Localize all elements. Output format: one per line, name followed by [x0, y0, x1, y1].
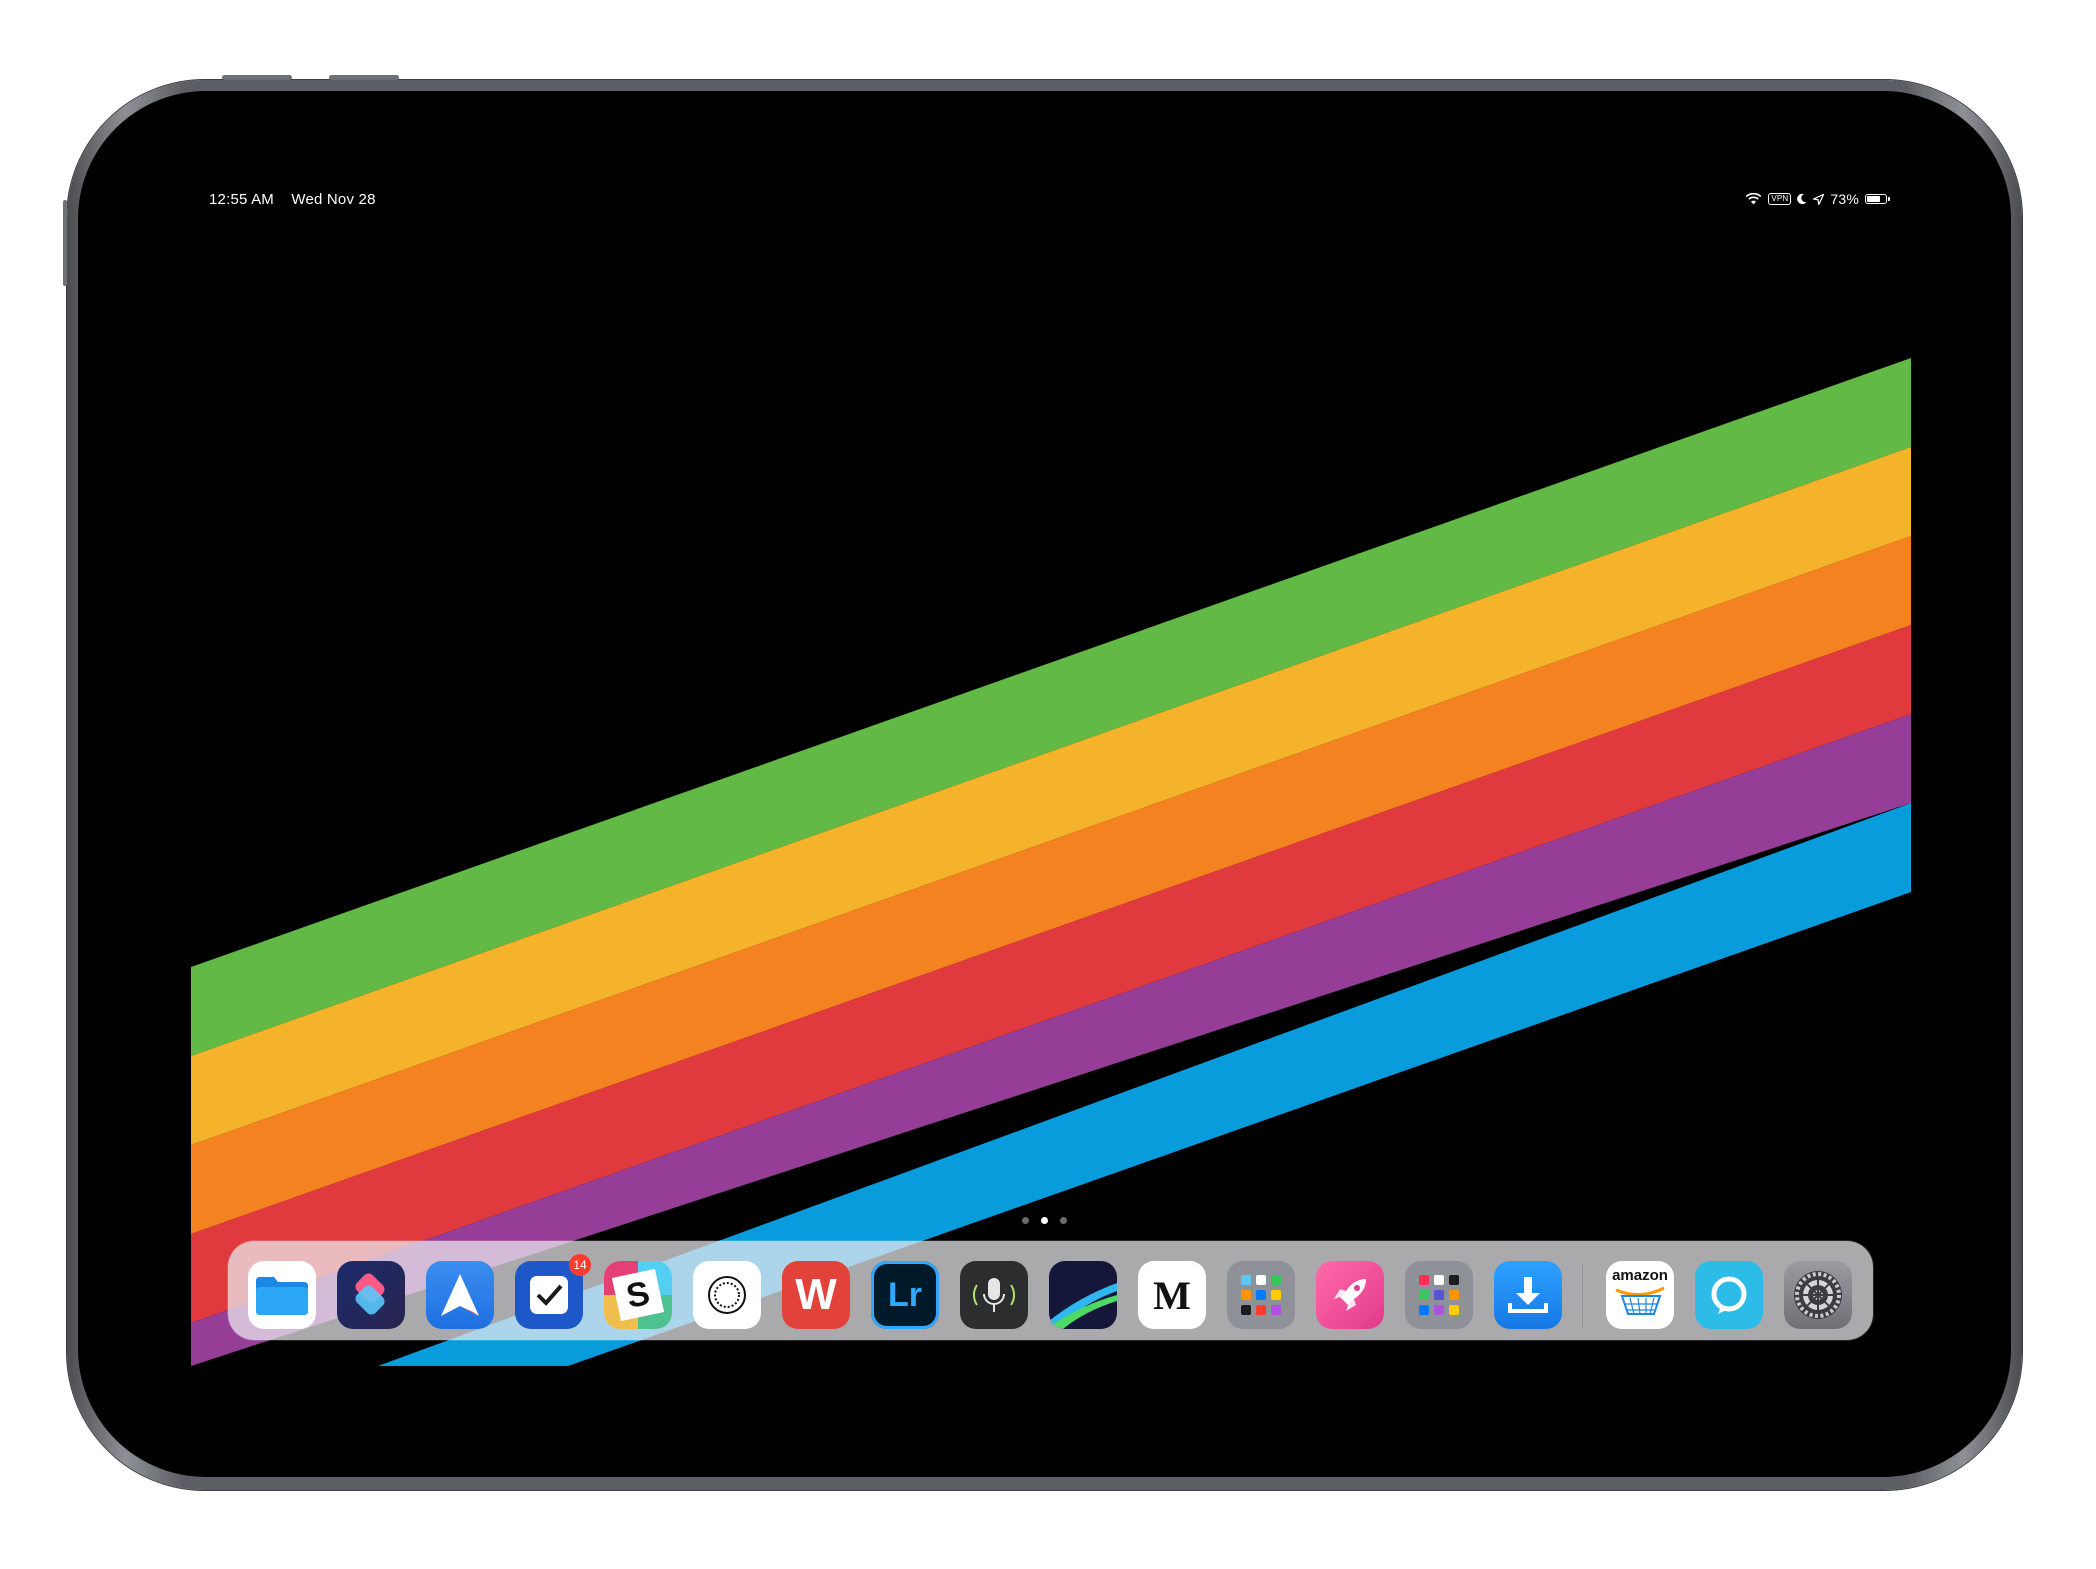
- files-app[interactable]: [248, 1261, 316, 1329]
- downloader-app[interactable]: [1494, 1261, 1562, 1329]
- alexa-ring-icon: [1711, 1276, 1747, 1314]
- gear-icon: [1794, 1271, 1842, 1319]
- podcast-app[interactable]: [960, 1261, 1028, 1329]
- luma-app[interactable]: [1049, 1261, 1117, 1329]
- status-date: Wed Nov 28: [291, 191, 376, 208]
- rocket-icon: [1334, 1279, 1366, 1311]
- amazon-app[interactable]: amazon: [1606, 1261, 1674, 1329]
- shortcuts-icon: [355, 1273, 385, 1315]
- page-dot-2[interactable]: [1041, 1217, 1048, 1224]
- dock: 14 S W Lr M amazon: [228, 1241, 1873, 1340]
- moon-icon: [1797, 193, 1807, 205]
- lightroom-app[interactable]: Lr: [871, 1261, 939, 1329]
- battery-icon: [1865, 194, 1890, 204]
- page-dot-3[interactable]: [1060, 1217, 1067, 1224]
- page-dot-1[interactable]: [1022, 1217, 1029, 1224]
- status-bar-left: 12:55 AM Wed Nov 28: [209, 191, 389, 208]
- side-button: [63, 200, 67, 286]
- word-app[interactable]: W: [782, 1261, 850, 1329]
- battery-percent: 73%: [1830, 191, 1859, 207]
- app-folder-icon: [1419, 1275, 1459, 1315]
- paper-plane-icon: [441, 1274, 479, 1316]
- top-button-2: [329, 75, 399, 80]
- alexa-app[interactable]: [1695, 1261, 1763, 1329]
- dock-divider: [1582, 1263, 1583, 1327]
- download-icon: [1508, 1277, 1548, 1313]
- omnifocus-app[interactable]: 14: [515, 1254, 591, 1329]
- status-time: 12:55 AM: [209, 191, 274, 208]
- swoosh-icon: [1049, 1283, 1117, 1329]
- page-indicator[interactable]: [78, 1217, 2011, 1224]
- cart-graphic: [1615, 1286, 1665, 1315]
- app-folder-icon: [1241, 1275, 1281, 1315]
- vsco-app[interactable]: [693, 1261, 761, 1329]
- spark-app[interactable]: [426, 1261, 494, 1329]
- status-bar-right: VPN 73%: [1745, 191, 1890, 207]
- battery-fill: [1867, 196, 1881, 202]
- slack-s-icon: S: [611, 1268, 665, 1322]
- vsco-ring-icon: [708, 1276, 746, 1314]
- amazon-cart-icon: amazon: [1612, 1267, 1668, 1284]
- folder-two[interactable]: [1405, 1261, 1473, 1329]
- wifi-icon: [1745, 193, 1762, 205]
- slack-app[interactable]: S: [604, 1261, 672, 1329]
- lightroom-icon: Lr: [888, 1275, 922, 1314]
- top-button-1: [222, 75, 292, 80]
- notification-badge: 14: [569, 1254, 591, 1276]
- medium-m-icon: M: [1153, 1272, 1191, 1318]
- medium-app[interactable]: M: [1138, 1261, 1206, 1329]
- shortcuts-app[interactable]: [337, 1261, 405, 1329]
- home-screen: 12:55 AM Wed Nov 28 VPN 73% 14 S W Lr M …: [78, 91, 2011, 1477]
- launch-app[interactable]: [1316, 1261, 1384, 1329]
- settings-app[interactable]: [1784, 1261, 1852, 1329]
- location-arrow-icon: [1813, 193, 1825, 205]
- folder-one[interactable]: [1227, 1261, 1295, 1329]
- word-w-icon: W: [795, 1270, 837, 1319]
- vpn-icon: VPN: [1768, 193, 1792, 205]
- microphone-icon: [972, 1278, 1016, 1312]
- folder-icon: [256, 1277, 308, 1315]
- checkbox-icon: [530, 1276, 568, 1314]
